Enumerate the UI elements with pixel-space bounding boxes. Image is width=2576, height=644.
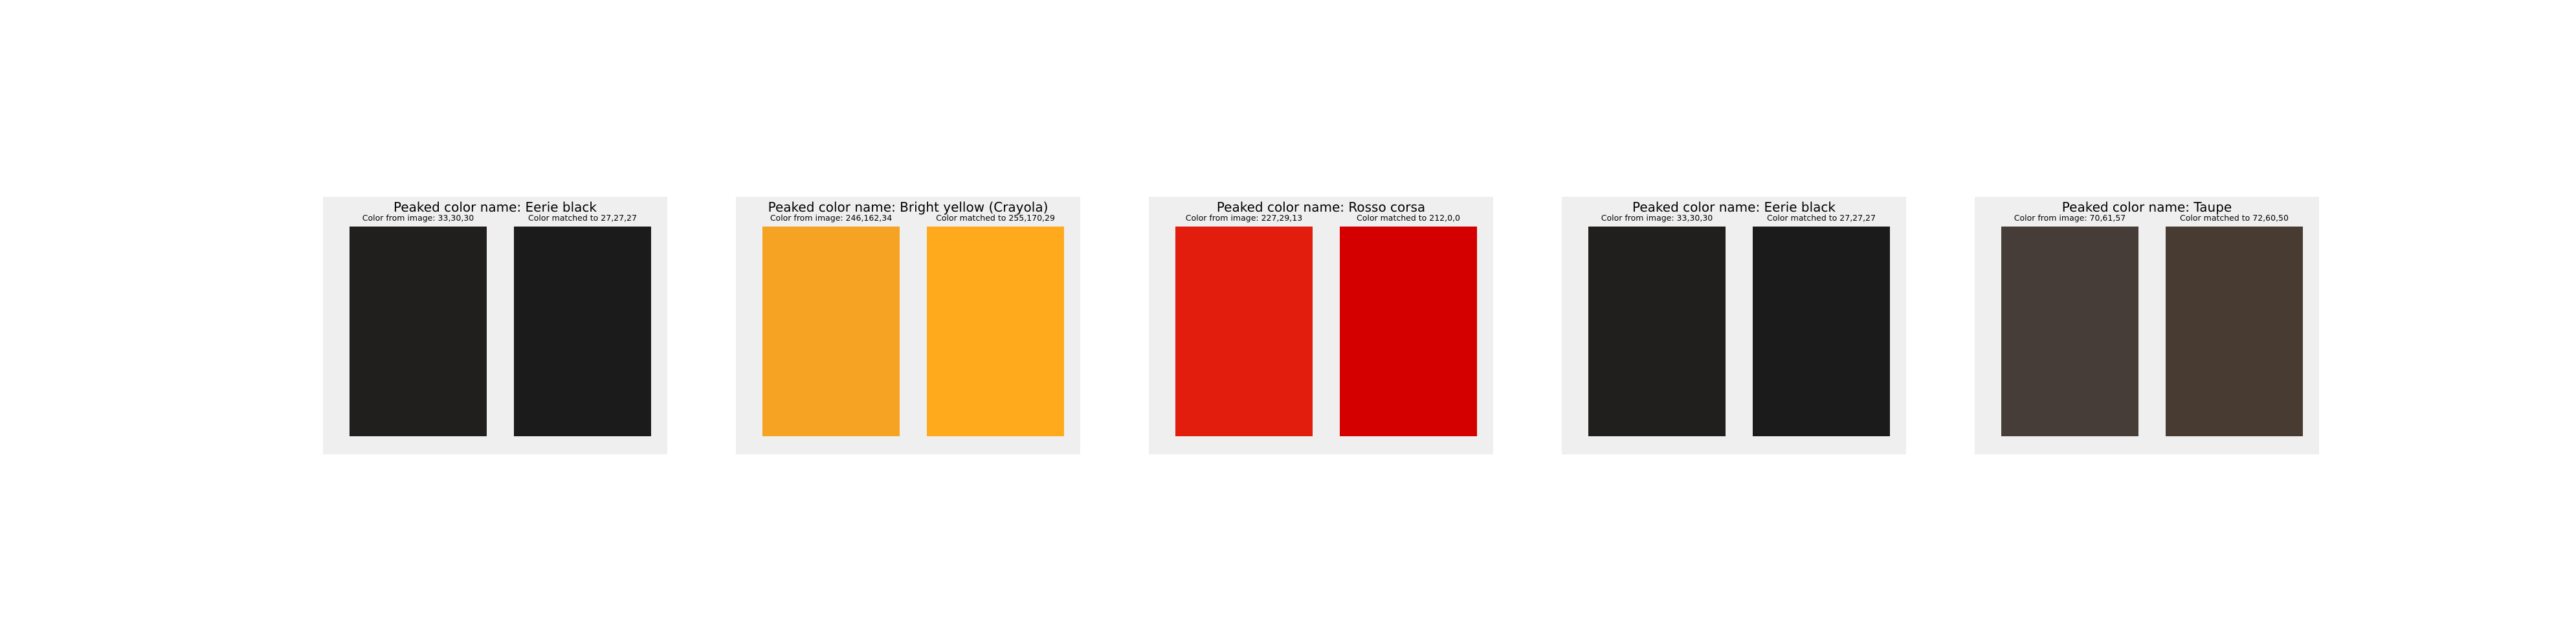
image-color-label: Color from image: 227,29,13 (1185, 213, 1303, 223)
image-color-swatch (1588, 227, 1726, 436)
image-color-label: Color from image: 33,30,30 (1601, 213, 1713, 223)
matched-color-label: Color matched to 212,0,0 (1357, 213, 1460, 223)
panel-title: Peaked color name: Eerie black (1632, 199, 1836, 215)
panel-title: Peaked color name: Eerie black (393, 199, 597, 215)
color-panel-5: Peaked color name: Taupe Color from imag… (1975, 197, 2319, 454)
matched-color-swatch (514, 227, 651, 436)
matched-color-swatch (1340, 227, 1477, 436)
matched-color-label: Color matched to 72,60,50 (2180, 213, 2289, 223)
matched-color-label: Color matched to 255,170,29 (936, 213, 1055, 223)
color-panel-4: Peaked color name: Eerie black Color fro… (1562, 197, 1906, 454)
panel-title: Peaked color name: Bright yellow (Crayol… (768, 199, 1049, 215)
image-color-label: Color from image: 246,162,34 (770, 213, 893, 223)
color-panel-3: Peaked color name: Rosso corsa Color fro… (1149, 197, 1493, 454)
panel-title: Peaked color name: Taupe (2061, 199, 2232, 215)
matched-color-swatch (1753, 227, 1890, 436)
image-color-swatch (350, 227, 487, 436)
panel-title: Peaked color name: Rosso corsa (1216, 199, 1426, 215)
color-panel-1: Peaked color name: Eerie black Color fro… (323, 197, 667, 454)
color-panel-2: Peaked color name: Bright yellow (Crayol… (736, 197, 1080, 454)
image-color-swatch (1175, 227, 1313, 436)
matched-color-swatch (927, 227, 1064, 436)
matched-color-label: Color matched to 27,27,27 (528, 213, 637, 223)
matched-color-swatch (2166, 227, 2303, 436)
matched-color-label: Color matched to 27,27,27 (1767, 213, 1876, 223)
image-color-swatch (2001, 227, 2138, 436)
image-color-swatch (762, 227, 900, 436)
image-color-label: Color from image: 33,30,30 (362, 213, 474, 223)
image-color-label: Color from image: 70,61,57 (2014, 213, 2126, 223)
